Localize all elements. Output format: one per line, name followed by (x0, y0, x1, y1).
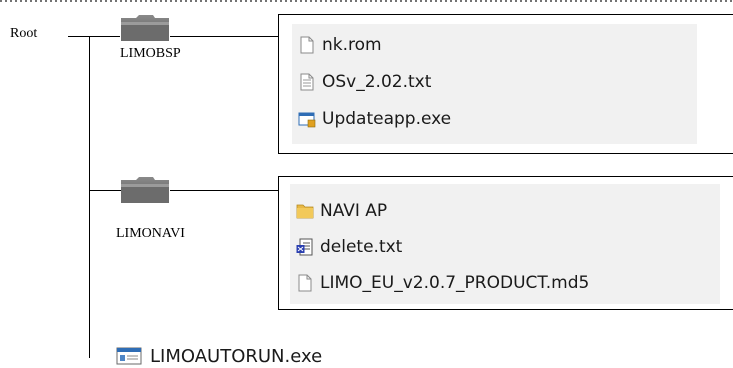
file-name: delete.txt (320, 237, 403, 257)
file-row[interactable]: OSv_2.02.txt (298, 69, 431, 95)
file-name: OSv_2.02.txt (322, 72, 432, 92)
file-name: NAVI AP (320, 201, 388, 221)
root-connector (68, 36, 120, 37)
text-document-icon (296, 238, 313, 256)
file-row[interactable]: delete.txt (296, 234, 402, 260)
folder-icon[interactable] (120, 14, 170, 42)
exe-app-icon (298, 112, 316, 128)
folder-label-limobsp: LIMOBSP (120, 46, 181, 61)
cropped-top-text (0, 0, 733, 4)
blank-file-icon (298, 274, 312, 292)
tree-trunk (89, 36, 90, 358)
file-name: LIMO_EU_v2.0.7_PRODUCT.md5 (320, 273, 590, 293)
file-name: nk.rom (322, 35, 382, 55)
blank-file-icon (300, 36, 314, 54)
folder-label-limonavi: LIMONAVI (116, 226, 185, 241)
file-row[interactable]: nk.rom (298, 32, 382, 58)
exe-window-icon (116, 347, 142, 365)
limonavi-branch (89, 190, 121, 191)
file-name: Updateapp.exe (322, 109, 452, 129)
root-label: Root (10, 26, 38, 41)
root-file-row[interactable]: LIMOAUTORUN.exe (116, 344, 322, 368)
limobsp-contents-panel: nk.rom OSv_2.02.txt Updateapp.exe (278, 14, 733, 154)
limonavi-contents-panel: NAVI AP delete.txt LIMO_EU_v2.0.7_PRODUC… (278, 176, 733, 310)
yellow-folder-icon (296, 204, 314, 219)
file-row[interactable]: NAVI AP (296, 198, 387, 224)
file-name: LIMOAUTORUN.exe (150, 345, 323, 367)
file-row[interactable]: LIMO_EU_v2.0.7_PRODUCT.md5 (296, 270, 589, 296)
text-file-icon (300, 73, 314, 91)
folder-icon[interactable] (120, 176, 170, 204)
limonavi-to-panel-connector (170, 190, 278, 191)
file-row[interactable]: Updateapp.exe (298, 106, 451, 132)
limobsp-to-panel-connector (170, 36, 278, 37)
